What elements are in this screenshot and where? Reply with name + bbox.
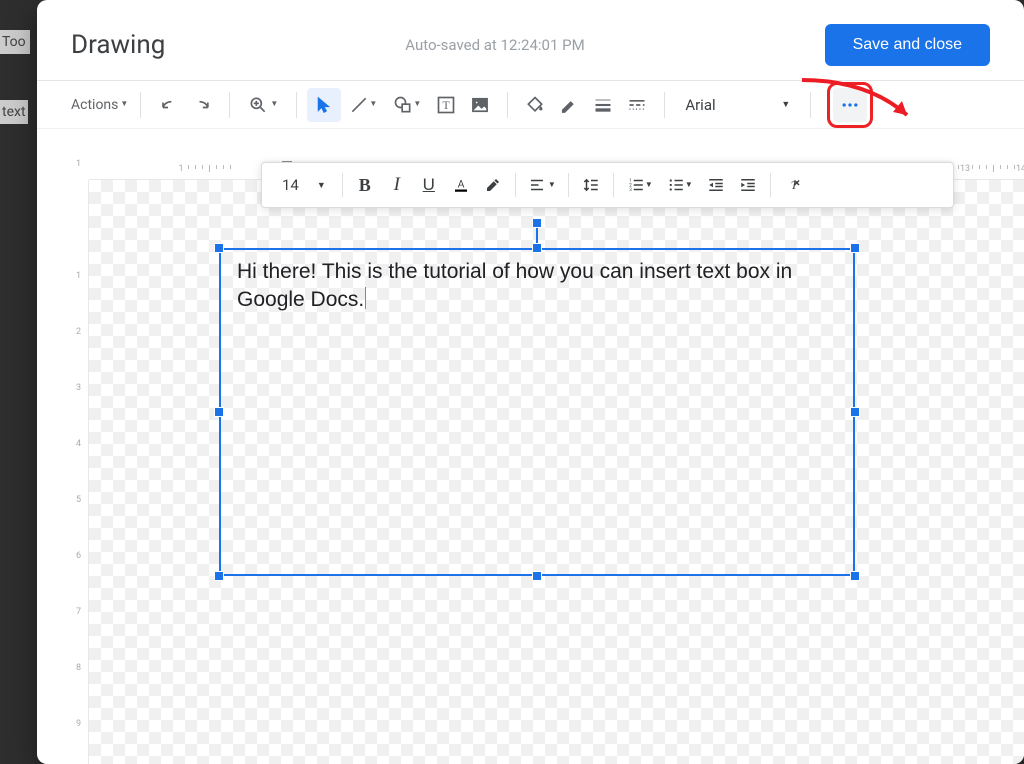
- chevron-down-icon: ▼: [685, 180, 693, 189]
- bulleted-list-button[interactable]: ▼: [660, 168, 700, 202]
- border-dash-button[interactable]: [620, 88, 654, 122]
- separator: [507, 92, 508, 118]
- text-cursor: [365, 287, 366, 309]
- resize-handle-nw[interactable]: [214, 243, 224, 253]
- italic-button[interactable]: I: [381, 168, 413, 202]
- svg-text:A: A: [457, 177, 464, 190]
- resize-handle-sw[interactable]: [214, 571, 224, 581]
- ruler-tick-label: 7: [76, 607, 81, 617]
- separator: [296, 92, 297, 118]
- save-and-close-button[interactable]: Save and close: [825, 24, 990, 66]
- drawing-workspace: 112345678910111213141516 112345678910 Hi…: [37, 162, 1024, 764]
- drawing-dialog: Drawing Auto-saved at 12:24:01 PM Save a…: [37, 0, 1024, 764]
- chevron-down-icon: ▼: [781, 99, 790, 110]
- italic-icon: I: [394, 174, 400, 196]
- text-color-button[interactable]: A: [445, 168, 477, 202]
- separator: [229, 92, 230, 118]
- rotation-handle[interactable]: [532, 218, 542, 228]
- chevron-down-icon: ▼: [548, 180, 556, 189]
- ruler-tick-label: 9: [76, 719, 81, 729]
- increase-indent-button[interactable]: [732, 168, 764, 202]
- shape-tool[interactable]: ▼: [385, 88, 429, 122]
- font-family-select[interactable]: Arial ▼: [675, 96, 800, 114]
- numbered-list-button[interactable]: 123 ▼: [620, 168, 660, 202]
- chevron-down-icon: ▼: [317, 180, 326, 191]
- ruler-tick-label: 4: [76, 439, 81, 449]
- chevron-down-icon: ▼: [120, 99, 128, 108]
- autosave-status: Auto-saved at 12:24:01 PM: [405, 36, 584, 54]
- textbox-text: Hi there! This is the tutorial of how yo…: [237, 260, 792, 311]
- line-spacing-button[interactable]: [575, 168, 607, 202]
- more-options-button[interactable]: [833, 88, 867, 122]
- separator: [613, 173, 614, 197]
- decrease-indent-button[interactable]: [700, 168, 732, 202]
- dialog-title: Drawing: [71, 30, 165, 60]
- separator: [770, 173, 771, 197]
- resize-handle-e[interactable]: [850, 407, 860, 417]
- font-size-value: 14: [282, 176, 299, 194]
- ruler-tick-label: 6: [76, 551, 81, 561]
- text-format-toolbar: 14 ▼ B I U A ▼ 123 ▼ ▼ T: [261, 162, 954, 208]
- clear-formatting-button[interactable]: T: [777, 168, 809, 202]
- resize-handle-se[interactable]: [850, 571, 860, 581]
- bg-fragment-toolbar: Too: [0, 30, 30, 54]
- bg-fragment-cell: text: [0, 100, 28, 124]
- ruler-tick-label: 14: [1016, 164, 1024, 174]
- zoom-button[interactable]: ▼: [240, 88, 286, 122]
- resize-handle-w[interactable]: [214, 407, 224, 417]
- ruler-tick-label: 8: [76, 663, 81, 673]
- vertical-ruler: 112345678910: [71, 180, 89, 764]
- chevron-down-icon: ▼: [645, 180, 653, 189]
- bold-icon: B: [359, 175, 371, 196]
- separator: [810, 92, 811, 118]
- ruler-tick-label: 5: [76, 495, 81, 505]
- ruler-tick-label: 2: [76, 327, 81, 337]
- chevron-down-icon: ▼: [413, 99, 421, 108]
- selected-textbox[interactable]: Hi there! This is the tutorial of how yo…: [219, 248, 855, 576]
- textbox-tool[interactable]: T: [429, 88, 463, 122]
- separator: [515, 173, 516, 197]
- border-weight-button[interactable]: [586, 88, 620, 122]
- align-button[interactable]: ▼: [522, 168, 562, 202]
- svg-text:3: 3: [629, 187, 632, 193]
- border-color-button[interactable]: [552, 88, 586, 122]
- image-tool[interactable]: [463, 88, 497, 122]
- underline-icon: U: [423, 175, 435, 195]
- ruler-tick-label: 13: [960, 164, 970, 174]
- separator: [342, 173, 343, 197]
- svg-text:T: T: [443, 99, 450, 112]
- chevron-down-icon: ▼: [270, 99, 278, 108]
- ruler-tick-label: 1: [178, 164, 183, 174]
- separator: [568, 173, 569, 197]
- drawing-canvas[interactable]: Hi there! This is the tutorial of how yo…: [89, 180, 1024, 764]
- ruler-tick-label: 1: [76, 159, 81, 169]
- ruler-tick-label: 1: [76, 271, 81, 281]
- chevron-down-icon: ▼: [369, 99, 377, 108]
- font-size-select[interactable]: 14 ▼: [272, 176, 336, 194]
- resize-handle-ne[interactable]: [850, 243, 860, 253]
- select-tool[interactable]: [307, 88, 341, 122]
- dialog-header: Drawing Auto-saved at 12:24:01 PM Save a…: [37, 0, 1024, 81]
- actions-menu[interactable]: Actions ▼: [69, 93, 130, 117]
- actions-label: Actions: [71, 97, 118, 113]
- separator: [140, 92, 141, 118]
- resize-handle-s[interactable]: [532, 571, 542, 581]
- annotation-more-highlight: [827, 82, 873, 128]
- font-name-label: Arial: [685, 96, 715, 114]
- underline-button[interactable]: U: [413, 168, 445, 202]
- separator: [664, 92, 665, 118]
- textbox-content[interactable]: Hi there! This is the tutorial of how yo…: [237, 258, 837, 566]
- redo-button[interactable]: [185, 88, 219, 122]
- highlight-color-button[interactable]: [477, 168, 509, 202]
- fill-color-button[interactable]: [518, 88, 552, 122]
- ruler-tick-label: 3: [76, 383, 81, 393]
- bold-button[interactable]: B: [349, 168, 381, 202]
- line-tool[interactable]: ▼: [341, 88, 385, 122]
- undo-button[interactable]: [151, 88, 185, 122]
- resize-handle-n[interactable]: [532, 243, 542, 253]
- drawing-toolbar: Actions ▼ ▼ ▼ ▼ T Arial ▼: [37, 81, 1024, 129]
